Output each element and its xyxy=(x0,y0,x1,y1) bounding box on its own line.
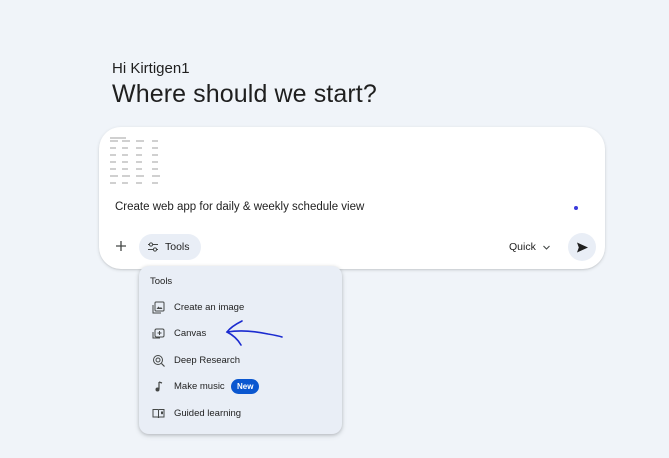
image-gallery-icon xyxy=(152,301,165,314)
prompt-input[interactable]: Create web app for daily & weekly schedu… xyxy=(115,201,364,213)
book-icon xyxy=(152,407,165,420)
prompt-composer: Create web app for daily & weekly schedu… xyxy=(99,127,605,269)
greeting: Hi Kirtigen1 xyxy=(112,60,190,77)
new-badge: New xyxy=(231,379,260,394)
menu-item-label: Create an image xyxy=(174,302,245,313)
gemini-home: Hi Kirtigen1 Where should we start? Crea… xyxy=(0,0,669,458)
tools-menu: Tools Create an image Canvas Deep Resear… xyxy=(139,266,342,434)
plus-icon xyxy=(116,241,126,251)
menu-item-label: Make music xyxy=(174,381,225,392)
page-title: Where should we start? xyxy=(112,80,377,108)
menu-item-create-image[interactable]: Create an image xyxy=(139,296,342,320)
hand-drawn-arrow-annotation xyxy=(225,320,283,346)
tools-button-label: Tools xyxy=(165,241,190,253)
mode-selector[interactable]: Quick xyxy=(509,237,551,257)
attachment-thumbnail[interactable] xyxy=(108,136,164,186)
add-attachment-button[interactable] xyxy=(111,235,131,257)
menu-item-label: Deep Research xyxy=(174,355,241,366)
menu-item-guided-learning[interactable]: Guided learning xyxy=(139,402,342,426)
send-icon xyxy=(576,242,588,252)
music-note-icon xyxy=(152,380,165,393)
tune-icon xyxy=(148,242,158,252)
menu-item-label: Guided learning xyxy=(174,408,242,419)
mode-label: Quick xyxy=(509,241,536,253)
send-button[interactable] xyxy=(568,233,596,261)
menu-item-make-music[interactable]: Make music New xyxy=(139,375,342,399)
deep-research-icon xyxy=(152,354,165,367)
status-dot xyxy=(574,206,578,210)
tools-menu-title: Tools xyxy=(150,276,173,287)
chevron-down-icon xyxy=(542,245,550,250)
canvas-icon xyxy=(152,327,165,340)
tools-button[interactable]: Tools xyxy=(139,234,201,260)
menu-item-deep-research[interactable]: Deep Research xyxy=(139,349,342,373)
menu-item-label: Canvas xyxy=(174,328,207,339)
